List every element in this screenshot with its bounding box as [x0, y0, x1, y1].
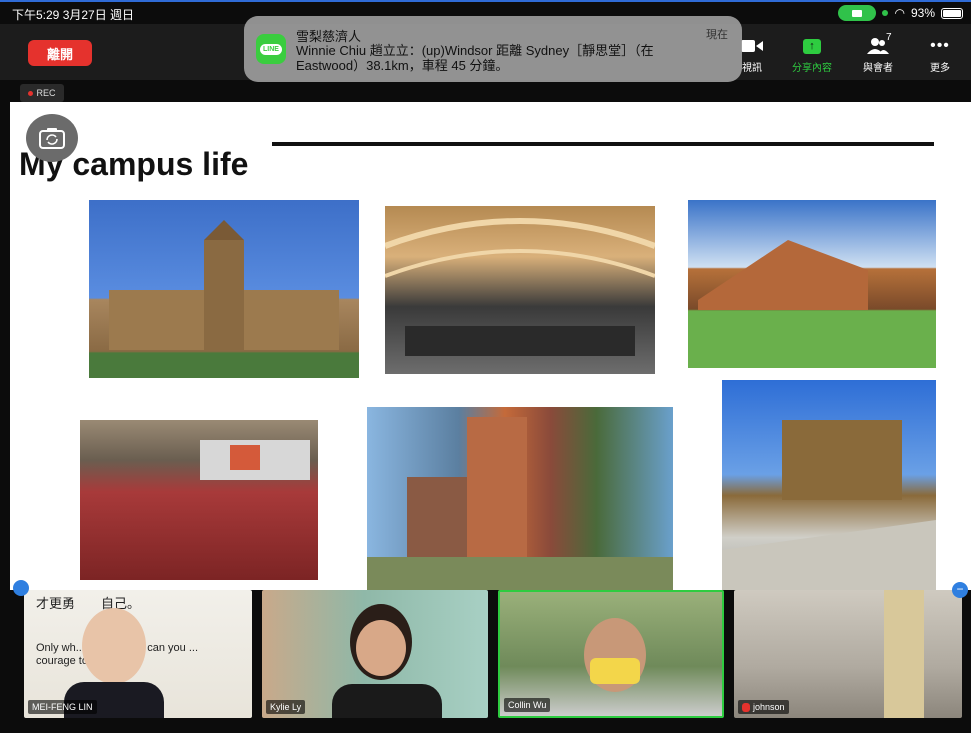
share-label: 分享內容: [792, 63, 832, 74]
camera-in-use-icon: [838, 5, 877, 21]
shared-slide: My campus life: [10, 102, 971, 602]
recording-dot-icon: [28, 90, 34, 96]
more-button[interactable]: ••• 更多: [910, 36, 970, 74]
participant-name-tag: Kylie Ly: [266, 700, 306, 714]
share-content-button[interactable]: ↑ 分享內容: [782, 36, 842, 74]
status-time: 下午5:29 3月27日 週日: [12, 8, 135, 22]
participant-tile-active-speaker[interactable]: Collin Wu: [498, 590, 724, 718]
participant-face: [356, 620, 406, 676]
participants-icon: 7: [848, 32, 908, 56]
campus-photo-lecture-hall: [80, 420, 318, 580]
line-app-icon: LINE: [256, 34, 286, 64]
participant-body: [332, 684, 442, 718]
tile-quote-zh: 才更勇 自己。: [36, 598, 140, 611]
notification-body: Winnie Chiu 趙立立：(up)Windsor 距離 Sydney［靜思…: [296, 43, 654, 73]
switch-camera-icon: [39, 128, 65, 149]
pin-video-button[interactable]: [13, 580, 29, 596]
participant-name: Kylie Ly: [270, 702, 302, 712]
campus-photo-quadrangle: [89, 200, 359, 378]
participant-name: johnson: [753, 702, 785, 712]
wifi-icon: ◠: [894, 6, 905, 20]
participants-label: 與會者: [863, 63, 893, 74]
participants-count: 7: [886, 32, 892, 43]
participant-face: [82, 608, 146, 684]
campus-photo-library: [385, 206, 655, 374]
line-notification[interactable]: LINE 雪梨慈濟人 Winnie Chiu 趙立立：(up)Windsor 距…: [244, 16, 742, 82]
zoom-window: 下午5:29 3月27日 週日 ◠ 93% 離開 視訊 ↑ 分享內容 7 與會者…: [0, 0, 971, 733]
campus-photo-glass-building: [722, 380, 936, 590]
participant-name-tag: johnson: [738, 700, 789, 714]
video-label: 視訊: [742, 63, 762, 74]
muted-mic-icon: [742, 702, 750, 712]
notification-time: 現在: [706, 29, 728, 41]
participant-tile[interactable]: johnson: [734, 590, 962, 718]
leave-button[interactable]: 離開: [28, 40, 92, 66]
status-right: ◠ 93%: [838, 5, 963, 21]
participant-name: Collin Wu: [508, 700, 547, 710]
campus-photo-business-school: [367, 407, 673, 590]
battery-percent: 93%: [910, 6, 935, 20]
slide-divider-line: [272, 142, 934, 146]
face-mask: [590, 658, 640, 684]
recording-badge: REC: [20, 84, 64, 102]
participant-name-tag: Collin Wu: [504, 698, 551, 712]
collapse-videos-button[interactable]: −: [952, 582, 968, 598]
campus-photo-modern-building: [688, 200, 936, 368]
switch-camera-button[interactable]: [26, 114, 78, 162]
recording-label: REC: [36, 88, 56, 98]
video-strip: 才更勇 自己。 Only wh... ect yourself can you …: [0, 590, 971, 733]
line-app-icon-label: LINE: [260, 43, 282, 55]
battery-icon: [941, 7, 963, 19]
participant-tile[interactable]: Kylie Ly: [262, 590, 488, 718]
privacy-dot-icon: [882, 10, 889, 16]
participants-button[interactable]: 7 與會者: [848, 32, 908, 74]
participant-name-tag: MEI-FENG LIN: [28, 700, 97, 714]
more-label: 更多: [930, 63, 950, 74]
participant-name: MEI-FENG LIN: [32, 702, 93, 712]
quote-line1: 才更勇: [36, 597, 76, 612]
participant-tile[interactable]: 才更勇 自己。 Only wh... ect yourself can you …: [24, 590, 252, 718]
curtain: [884, 590, 924, 718]
more-dots-icon: •••: [930, 37, 950, 54]
share-arrow-icon: ↑: [803, 38, 821, 54]
